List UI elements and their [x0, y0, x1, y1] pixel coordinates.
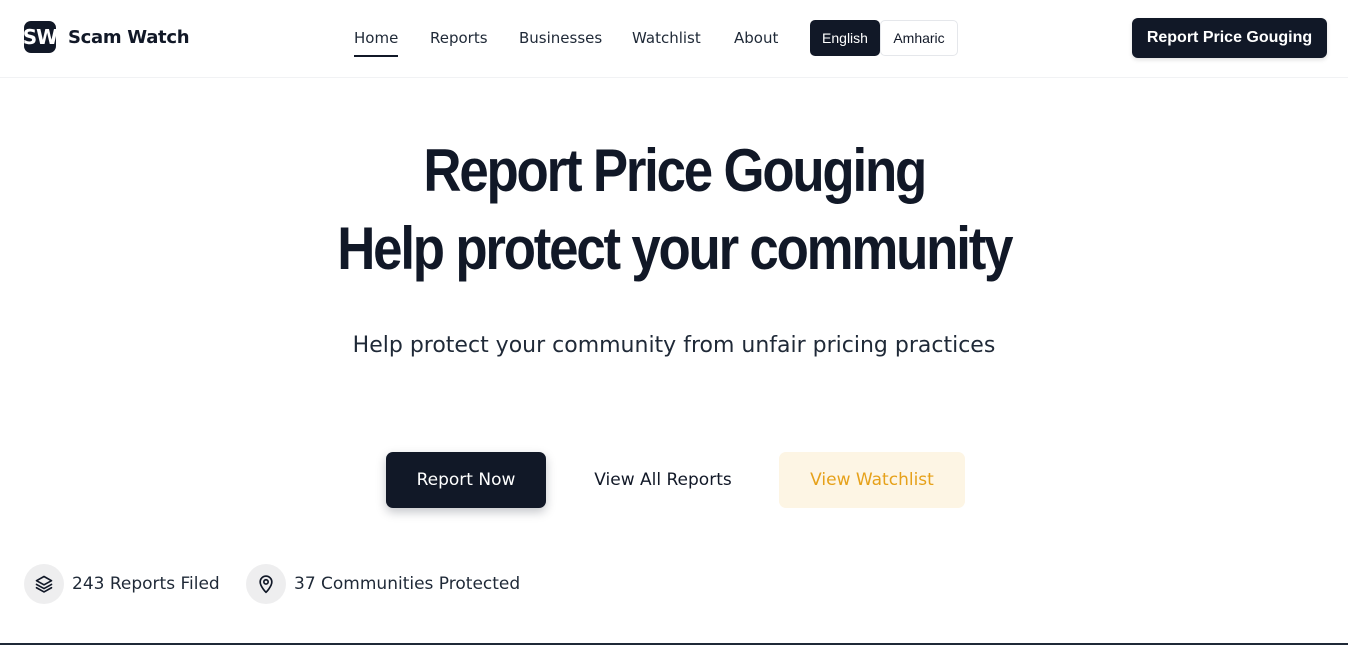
brand[interactable]: SW Scam Watch: [24, 21, 190, 53]
report-price-gouging-button[interactable]: Report Price Gouging: [1132, 18, 1327, 58]
language-english-button[interactable]: English: [810, 20, 880, 56]
layers-icon: [24, 564, 64, 604]
logo-icon[interactable]: SW: [24, 21, 56, 53]
stat-communities-protected: 37 Communities Protected: [246, 564, 520, 604]
nav-item-businesses[interactable]: Businesses: [519, 27, 602, 49]
map-pin-icon: [246, 564, 286, 604]
nav-item-watchlist[interactable]: Watchlist: [632, 27, 701, 49]
hero-title: Report Price Gouging Help protect your c…: [81, 132, 1267, 288]
site-header: SW Scam Watch Home Reports Businesses Wa…: [0, 0, 1348, 78]
nav-item-reports[interactable]: Reports: [430, 27, 488, 49]
view-all-reports-button[interactable]: View All Reports: [574, 452, 752, 508]
communities-protected-count: 37 Communities Protected: [294, 574, 521, 594]
hero-subtitle: Help protect your community from unfair …: [352, 333, 996, 358]
stat-reports-filed: 243 Reports Filed: [24, 564, 220, 604]
brand-name[interactable]: Scam Watch: [68, 27, 190, 48]
hero-title-line-1: Report Price Gouging: [423, 137, 927, 204]
nav-item-home[interactable]: Home: [354, 27, 399, 57]
language-amharic-button[interactable]: Amharic: [880, 20, 958, 56]
view-watchlist-button[interactable]: View Watchlist: [779, 452, 965, 508]
hero-title-line-2: Help protect your community: [337, 215, 1013, 282]
language-switcher: English Amharic: [810, 20, 958, 56]
reports-filed-count: 243 Reports Filed: [72, 574, 220, 594]
report-now-button[interactable]: Report Now: [386, 452, 546, 508]
nav-item-about[interactable]: About: [734, 27, 778, 49]
